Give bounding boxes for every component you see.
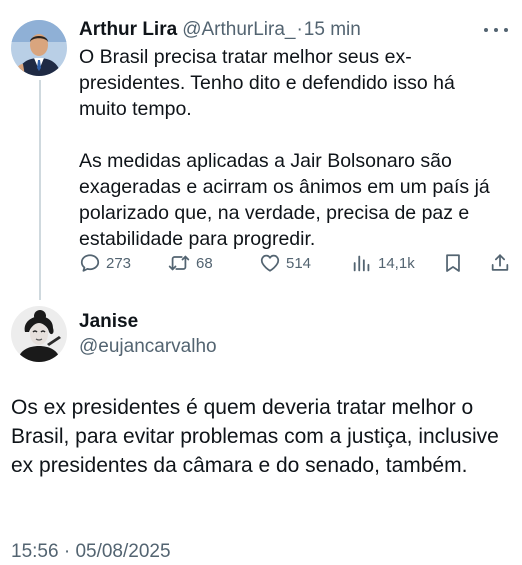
tweet-paragraph-1: O Brasil precisa tratar melhor seus ex-p…: [79, 46, 455, 120]
avatar-arthur-lira[interactable]: [11, 20, 67, 76]
reply-button[interactable]: 273: [79, 250, 131, 276]
author-handle[interactable]: @ArthurLira_: [182, 18, 295, 42]
retweet-arrows-icon: [167, 252, 191, 274]
reply-text: Os ex presidentes é quem deveria tratar …: [11, 396, 499, 477]
reply-date[interactable]: 05/08/2025: [75, 541, 170, 562]
retweet-count: 68: [196, 254, 213, 272]
heart-icon: [259, 252, 281, 274]
avatar-janise[interactable]: [11, 306, 67, 362]
tweet-action-bar: 273 68 514 14,1k: [79, 250, 511, 276]
tweet-text: O Brasil precisa tratar melhor seus ex-p…: [79, 44, 499, 252]
bookmark-button[interactable]: [442, 250, 464, 276]
reply-author-name[interactable]: Janise: [79, 310, 138, 334]
tweet-header: Arthur Lira @ArthurLira_ · 15 min: [79, 18, 361, 42]
more-dots-icon[interactable]: [484, 22, 508, 38]
bookmark-icon: [442, 252, 464, 274]
tweet-paragraph-2: As medidas aplicadas a Jair Bolsonaro sã…: [79, 150, 490, 250]
bar-chart-icon: [351, 252, 373, 274]
tweet-timestamp[interactable]: 15 min: [304, 18, 361, 42]
view-count: 14,1k: [378, 254, 415, 272]
reply-author-handle[interactable]: @eujancarvalho: [79, 335, 217, 359]
share-upload-icon: [489, 252, 511, 274]
like-button[interactable]: 514: [259, 250, 311, 276]
speech-bubble-icon: [79, 252, 101, 274]
retweet-button[interactable]: 68: [167, 250, 213, 276]
reply-time[interactable]: 15:56: [11, 541, 59, 562]
like-count: 514: [286, 254, 312, 272]
header-separator: ·: [296, 19, 303, 40]
author-name[interactable]: Arthur Lira: [79, 18, 177, 42]
reply-meta-separator: ·: [63, 541, 71, 562]
reply-count: 273: [106, 254, 132, 272]
thread-connector-line: [39, 80, 41, 300]
share-button[interactable]: [489, 250, 511, 276]
reply-timestamp: 15:56 · 05/08/2025: [11, 540, 171, 564]
views-button[interactable]: 14,1k: [351, 250, 415, 276]
